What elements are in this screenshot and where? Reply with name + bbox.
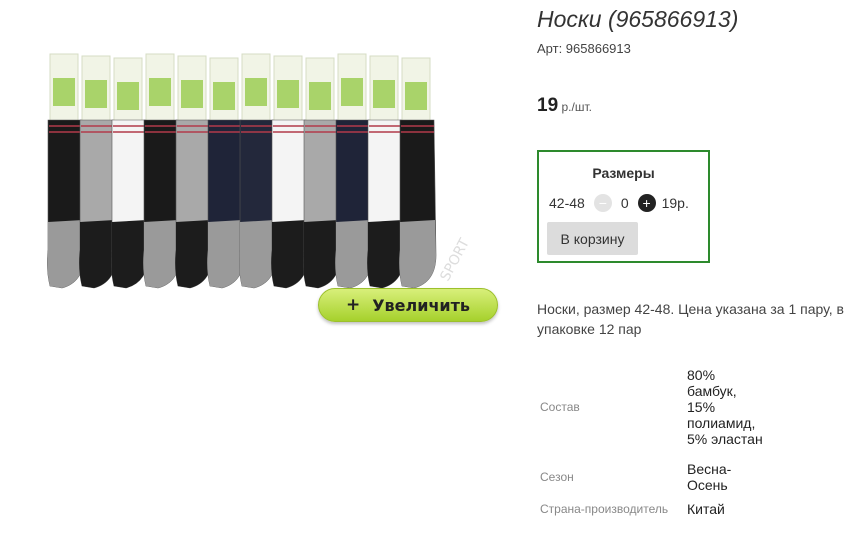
zoom-button[interactable]: + Увеличить	[318, 288, 498, 322]
sport-logo-text: SPORT	[437, 236, 473, 284]
product-title: Носки (965866913)	[537, 6, 739, 32]
spec-value: Весна-Осень	[687, 461, 732, 493]
sock	[271, 55, 309, 289]
sock	[207, 57, 245, 289]
increase-quantity-button[interactable]: +	[637, 194, 656, 212]
sock	[399, 57, 437, 289]
spec-row: Состав 80% бамбук, 15% полиамид, 5% элас…	[537, 355, 770, 459]
sock	[335, 53, 373, 289]
spec-name: Страна-производитель	[540, 502, 669, 516]
price-value: 19	[537, 95, 559, 116]
sock	[111, 57, 149, 289]
spec-value: 80% бамбук, 15% полиамид, 5% эластан	[687, 367, 763, 447]
sock	[239, 53, 277, 289]
plus-icon: +	[642, 195, 651, 211]
sizes-box: Размеры 42-48 − 0 + 19р. В корзину	[537, 150, 710, 263]
specs-table: Состав 80% бамбук, 15% полиамид, 5% элас…	[537, 355, 770, 523]
spec-value: Китай	[687, 501, 725, 517]
sock	[79, 55, 117, 289]
spec-row: Сезон Весна-Осень	[537, 459, 770, 495]
add-to-cart-button[interactable]: В корзину	[547, 222, 638, 255]
product-description: Носки, размер 42-48. Цена указана за 1 п…	[537, 301, 844, 337]
zoom-label: Увеличить	[372, 295, 471, 315]
size-price: 19р.	[661, 195, 689, 211]
price-unit: р./шт.	[558, 100, 592, 114]
sock	[303, 57, 341, 289]
plus-icon: +	[345, 295, 361, 315]
price: 19 р./шт.	[537, 95, 592, 117]
spec-name: Сезон	[540, 470, 574, 484]
sock	[367, 55, 405, 289]
size-label: 42-48	[549, 195, 585, 211]
quantity-value[interactable]: 0	[621, 195, 629, 211]
sizes-title: Размеры	[592, 165, 655, 181]
sock	[47, 53, 85, 289]
minus-icon: −	[598, 195, 607, 211]
spec-name: Состав	[540, 400, 580, 414]
sock	[143, 53, 181, 289]
size-row: 42-48 − 0 + 19р.	[549, 194, 689, 212]
sock	[175, 55, 213, 289]
spec-row: Страна-производитель Китай	[537, 495, 770, 523]
product-image[interactable]: SPORT	[44, 50, 496, 295]
sku-label: Арт: 965866913	[537, 41, 631, 56]
decrease-quantity-button[interactable]: −	[593, 194, 612, 212]
